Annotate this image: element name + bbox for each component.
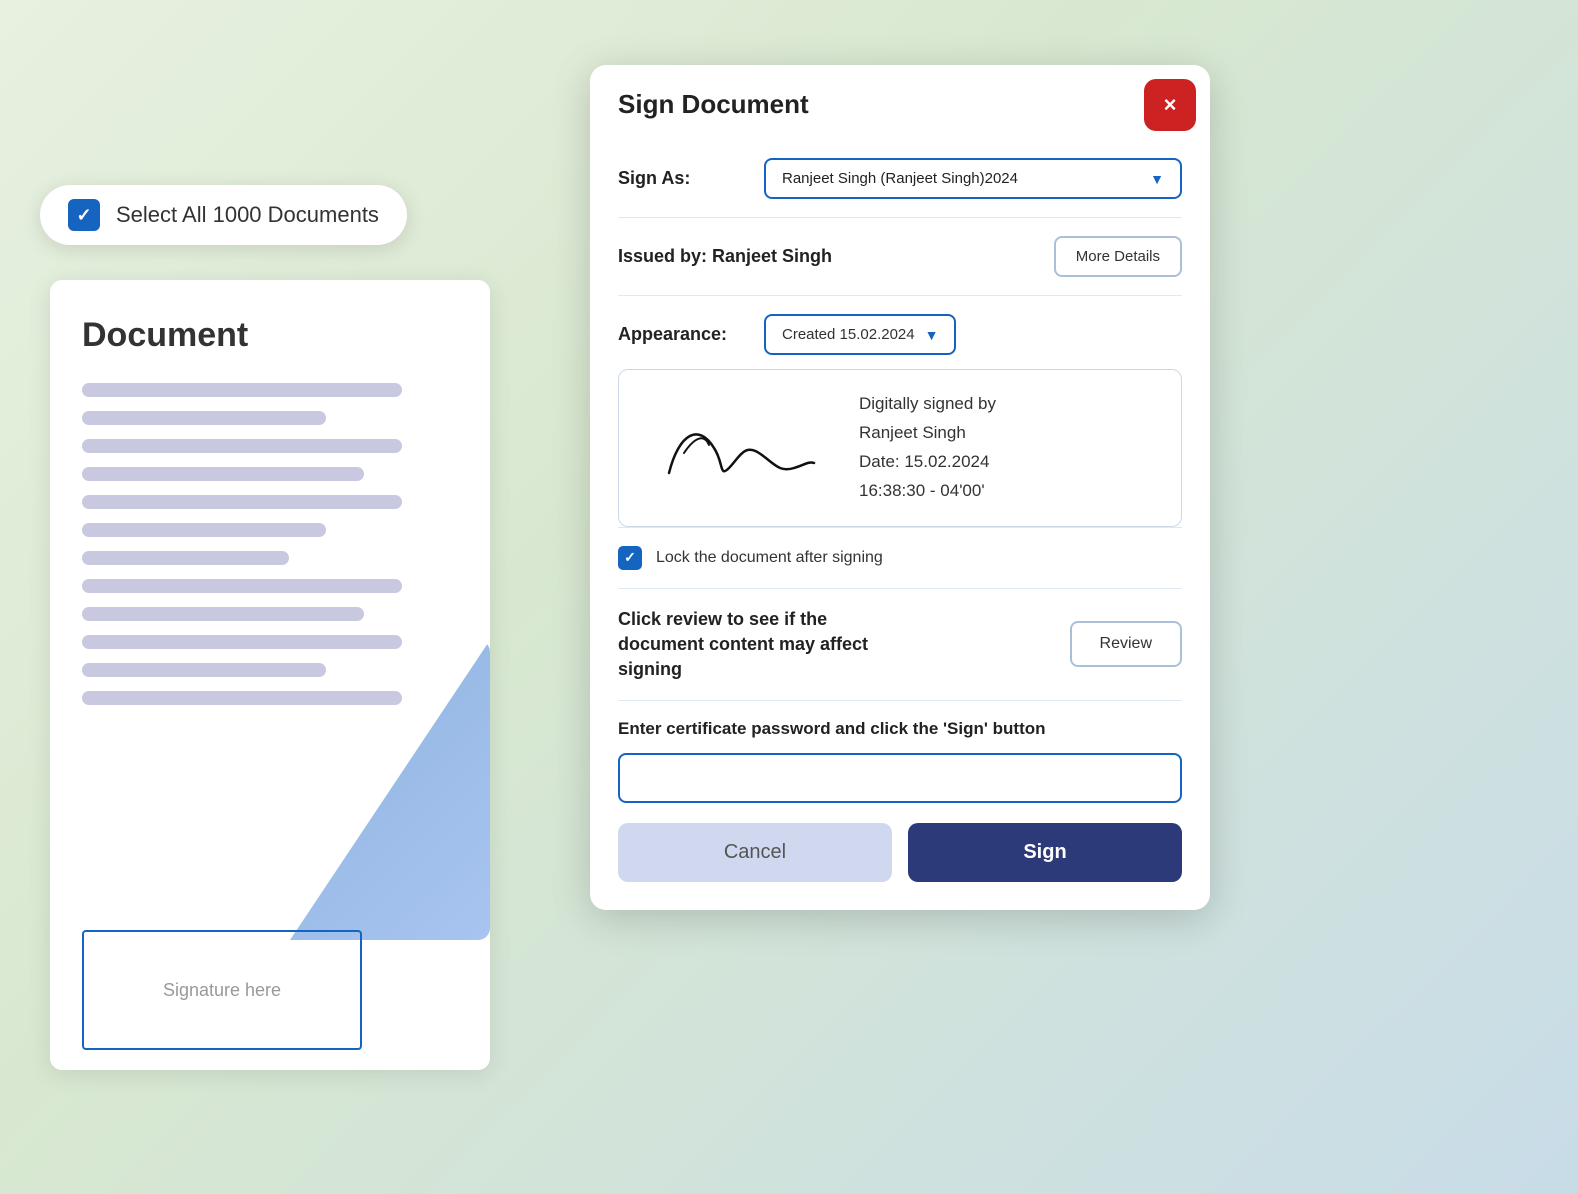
doc-line [82, 467, 364, 481]
chevron-down-icon: ▼ [1150, 171, 1164, 187]
sign-document-modal: Sign Document × Sign As: Ranjeet Singh (… [590, 65, 1210, 910]
select-all-checkbox[interactable] [68, 199, 100, 231]
issued-by-label: Issued by: Ranjeet Singh [618, 246, 832, 267]
digitally-signed-by-text: Digitally signed by [859, 390, 1161, 419]
modal-body: Sign As: Ranjeet Singh (Ranjeet Singh)20… [590, 140, 1210, 910]
signature-box: Signature here [82, 930, 362, 1050]
doc-line [82, 551, 289, 565]
action-buttons: Cancel Sign [618, 823, 1182, 882]
doc-line [82, 383, 402, 397]
document-title: Document [82, 316, 458, 355]
password-input[interactable] [618, 753, 1182, 803]
signature-info: Digitally signed by Ranjeet Singh Date: … [859, 390, 1161, 506]
signature-date-text: Date: 15.02.2024 [859, 448, 1161, 477]
review-prompt-text: Click review to see if the document cont… [618, 607, 918, 683]
doc-line [82, 663, 326, 677]
document-preview: Document Signature here [50, 280, 520, 1140]
sign-as-row: Sign As: Ranjeet Singh (Ranjeet Singh)20… [618, 140, 1182, 218]
doc-line [82, 691, 402, 705]
appearance-row: Appearance: Created 15.02.2024 ▼ [618, 296, 1182, 369]
more-details-button[interactable]: More Details [1054, 236, 1182, 277]
select-all-label: Select All 1000 Documents [116, 202, 379, 228]
signature-time-text: 16:38:30 - 04'00' [859, 477, 1161, 506]
chevron-down-icon: ▼ [925, 327, 939, 343]
doc-line [82, 439, 402, 453]
password-label: Enter certificate password and click the… [618, 719, 1182, 739]
cancel-button[interactable]: Cancel [618, 823, 892, 882]
select-all-banner[interactable]: Select All 1000 Documents [40, 185, 407, 245]
review-button[interactable]: Review [1070, 621, 1182, 667]
doc-line [82, 635, 402, 649]
modal-close-button[interactable]: × [1144, 79, 1196, 131]
signer-name-text: Ranjeet Singh [859, 419, 1161, 448]
sign-button[interactable]: Sign [908, 823, 1182, 882]
document-lines [82, 383, 458, 705]
doc-line [82, 579, 402, 593]
review-row: Click review to see if the document cont… [618, 589, 1182, 702]
doc-line [82, 411, 326, 425]
signature-image [639, 398, 839, 498]
signature-placeholder-text: Signature here [163, 980, 281, 1001]
sign-as-value: Ranjeet Singh (Ranjeet Singh)2024 [782, 170, 1018, 187]
password-section: Enter certificate password and click the… [618, 701, 1182, 882]
modal-title: Sign Document [618, 89, 809, 120]
doc-main: Document Signature here [50, 280, 490, 1070]
lock-row: Lock the document after signing [618, 527, 1182, 589]
doc-line [82, 495, 402, 509]
sign-as-label: Sign As: [618, 168, 748, 189]
appearance-dropdown[interactable]: Created 15.02.2024 ▼ [764, 314, 956, 355]
modal-header: Sign Document × [590, 65, 1210, 140]
doc-line [82, 523, 326, 537]
appearance-label: Appearance: [618, 324, 748, 345]
doc-line [82, 607, 364, 621]
sign-as-dropdown[interactable]: Ranjeet Singh (Ranjeet Singh)2024 ▼ [764, 158, 1182, 199]
signature-preview-box: Digitally signed by Ranjeet Singh Date: … [618, 369, 1182, 527]
appearance-value: Created 15.02.2024 [782, 326, 915, 343]
lock-document-checkbox[interactable] [618, 546, 642, 570]
lock-document-label: Lock the document after signing [656, 549, 883, 567]
issued-by-row: Issued by: Ranjeet Singh More Details [618, 218, 1182, 296]
